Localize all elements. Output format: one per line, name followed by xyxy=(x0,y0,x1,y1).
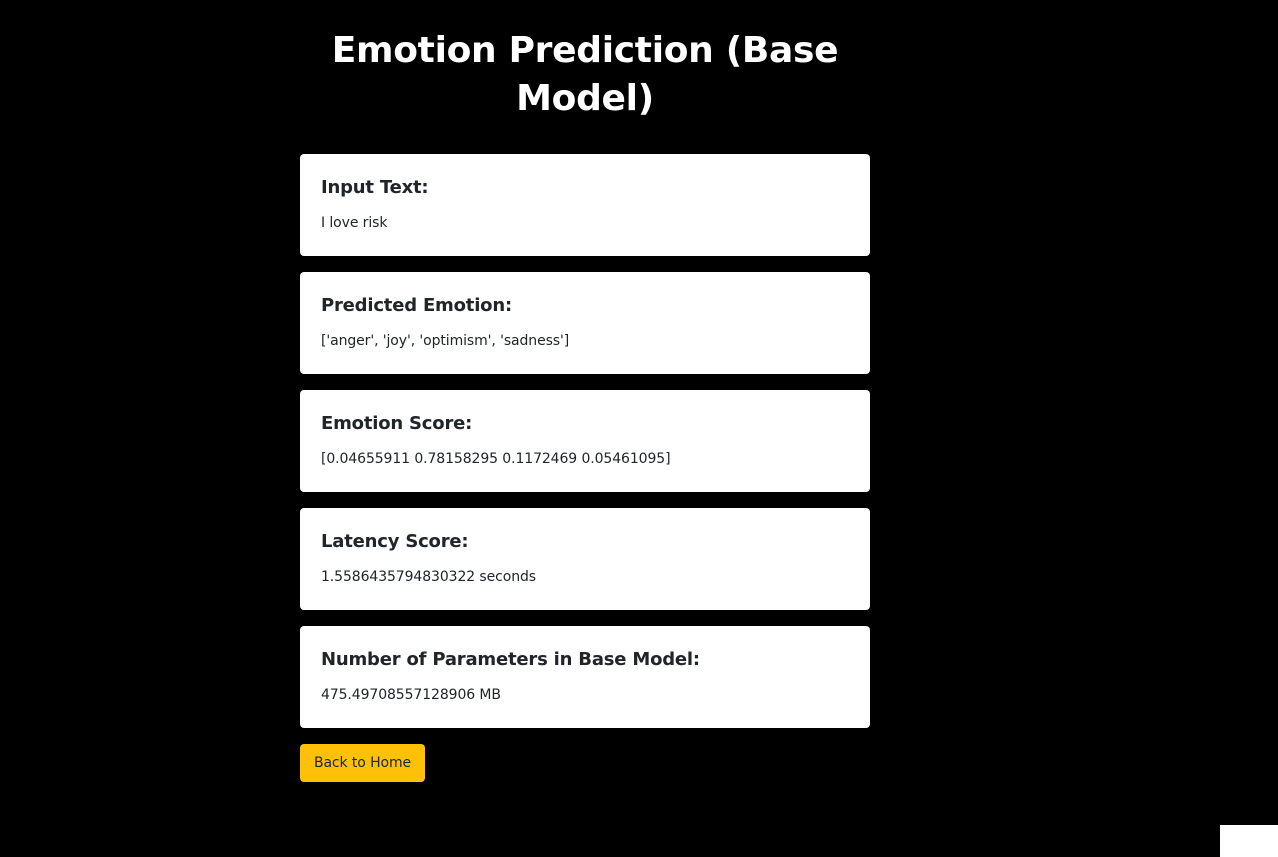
latency-score-value: 1.5586435794830322 seconds xyxy=(321,569,536,585)
latency-score-card: Latency Score: 1.5586435794830322 second… xyxy=(300,508,870,610)
input-text-heading: Input Text: xyxy=(321,177,429,198)
back-to-home-button[interactable]: Back to Home xyxy=(300,744,425,782)
input-text-card: Input Text: I love risk xyxy=(300,154,870,256)
emotion-score-card: Emotion Score: [0.04655911 0.78158295 0.… xyxy=(300,390,870,492)
latency-score-heading: Latency Score: xyxy=(321,531,469,552)
emotion-score-heading: Emotion Score: xyxy=(321,413,473,434)
page: Emotion Prediction (Base Model) Input Te… xyxy=(0,0,1278,857)
corner-block xyxy=(1220,825,1278,857)
predicted-emotion-heading: Predicted Emotion: xyxy=(321,295,512,316)
predicted-emotion-card: Predicted Emotion: ['anger', 'joy', 'opt… xyxy=(300,272,870,374)
parameters-heading: Number of Parameters in Base Model: xyxy=(321,649,700,670)
emotion-score-value: [0.04655911 0.78158295 0.1172469 0.05461… xyxy=(321,451,671,467)
parameters-value: 475.49708557128906 MB xyxy=(321,687,501,703)
predicted-emotion-value: ['anger', 'joy', 'optimism', 'sadness'] xyxy=(321,333,570,349)
page-title: Emotion Prediction (Base Model) xyxy=(331,30,839,119)
parameters-card: Number of Parameters in Base Model: 475.… xyxy=(300,626,870,728)
input-text-value: I love risk xyxy=(321,215,388,231)
